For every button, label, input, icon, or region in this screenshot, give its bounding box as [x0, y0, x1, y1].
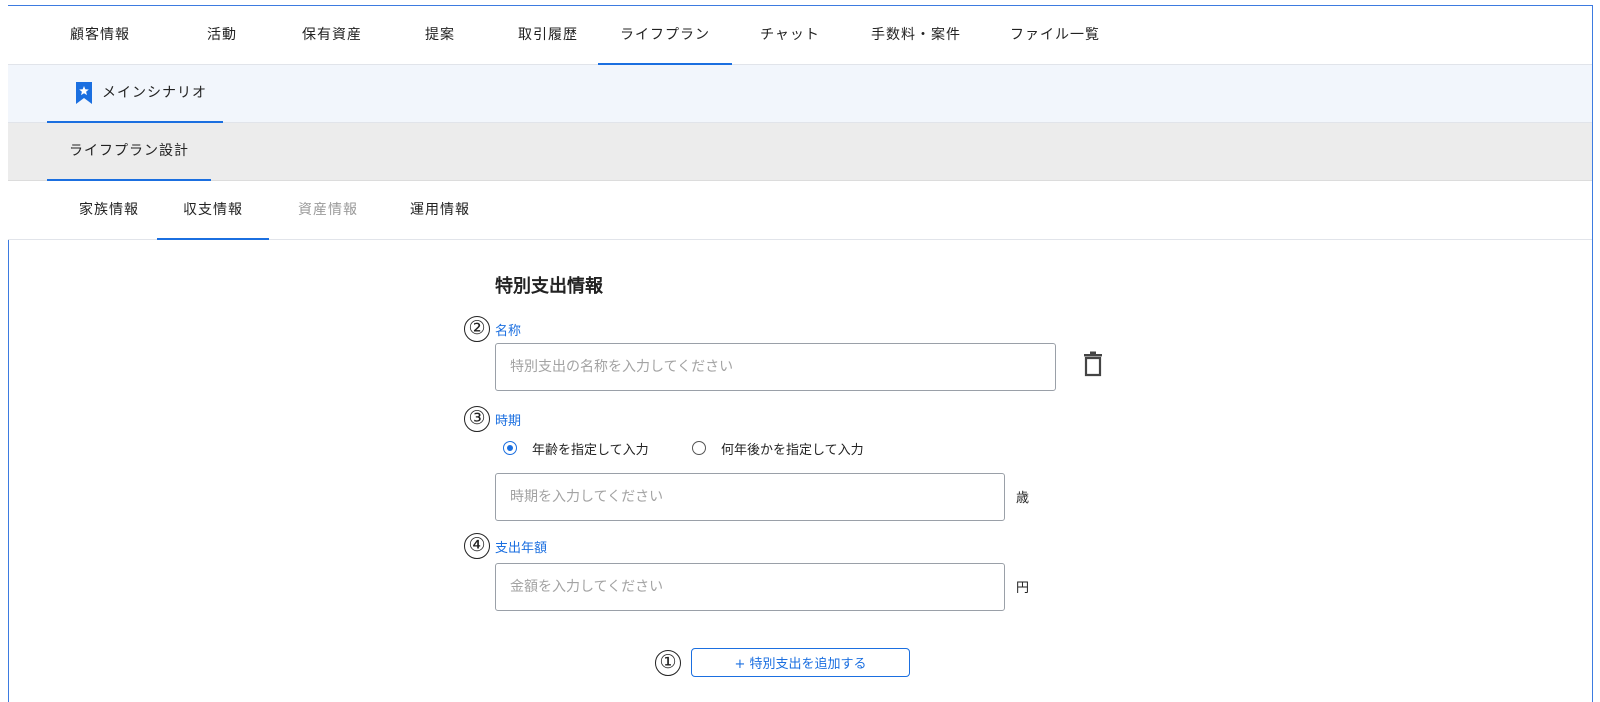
plan-bar: ライフプラン設計 [8, 123, 1592, 181]
yen-unit: 円 [1016, 581, 1030, 596]
age-unit: 歳 [1016, 491, 1030, 506]
radio-age-label: 年齢を指定して入力 [532, 442, 649, 458]
name-input[interactable] [495, 343, 1056, 391]
subtab-investment-info[interactable]: 運用情報 [388, 181, 492, 239]
radio-selected-icon [503, 441, 517, 455]
delete-icon[interactable] [1082, 351, 1104, 377]
tab-holdings[interactable]: 保有資産 [280, 6, 384, 64]
subtab-family-info[interactable]: 家族情報 [57, 181, 161, 239]
radio-years-later[interactable]: 何年後かを指定して入力 [692, 438, 864, 458]
subtab-income-expense[interactable]: 収支情報 [157, 181, 269, 240]
marker-3: ③ [464, 406, 490, 432]
radio-age[interactable]: 年齢を指定して入力 [503, 438, 649, 458]
bookmark-star-icon [76, 82, 92, 104]
tab-life-plan-design[interactable]: ライフプラン設計 [47, 123, 211, 181]
tab-activity[interactable]: 活動 [170, 6, 274, 64]
scenario-bar: メインシナリオ [8, 65, 1592, 123]
tab-chat[interactable]: チャット [738, 6, 842, 64]
radio-unselected-icon [692, 441, 706, 455]
marker-1: ① [655, 650, 681, 676]
tab-life-plan[interactable]: ライフプラン [598, 6, 732, 65]
name-label: 名称 [495, 324, 522, 339]
timing-label: 時期 [495, 414, 522, 429]
amount-input[interactable] [495, 563, 1005, 611]
timing-input[interactable] [495, 473, 1005, 521]
amount-label: 支出年額 [495, 541, 548, 556]
tab-proposal[interactable]: 提案 [388, 6, 492, 64]
sub-tab-bar: 家族情報 収支情報 資産情報 運用情報 [8, 181, 1592, 240]
add-special-expense-button[interactable]: + 特別支出を追加する [691, 648, 910, 677]
main-tab-bar: 顧客情報 活動 保有資産 提案 取引履歴 ライフプラン チャット 手数料・案件 … [8, 6, 1592, 65]
section-title: 特別支出情報 [495, 276, 603, 297]
tab-fees-cases[interactable]: 手数料・案件 [856, 6, 976, 64]
tab-customer-info[interactable]: 顧客情報 [48, 6, 152, 64]
marker-2: ② [464, 316, 490, 342]
scenario-label: メインシナリオ [102, 85, 207, 101]
subtab-asset-info: 資産情報 [298, 202, 358, 218]
tab-file-list[interactable]: ファイル一覧 [993, 6, 1117, 64]
marker-4: ④ [464, 533, 490, 559]
tab-transaction-history[interactable]: 取引履歴 [496, 6, 600, 64]
radio-years-later-label: 何年後かを指定して入力 [721, 442, 864, 458]
scenario-tab-main[interactable]: メインシナリオ [47, 65, 223, 123]
